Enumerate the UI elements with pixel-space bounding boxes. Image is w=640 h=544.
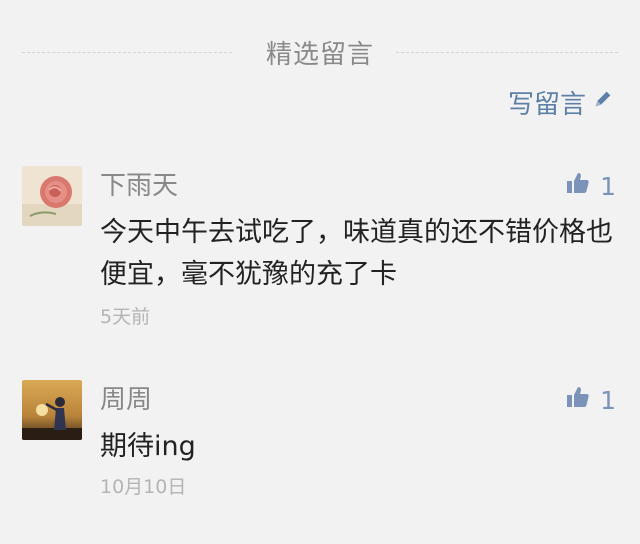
thumbs-up-icon [566, 171, 590, 201]
like-count: 1 [600, 171, 616, 201]
write-comment-button[interactable]: 写留言 [508, 84, 614, 120]
avatar[interactable] [22, 166, 82, 226]
comment-time: 10月10日 [100, 476, 187, 498]
pencil-icon [592, 87, 614, 117]
avatar[interactable] [22, 380, 82, 440]
comment-content: 期待ing [100, 431, 196, 462]
comment-nickname: 周周 [100, 385, 153, 415]
like-button[interactable]: 1 [566, 168, 616, 204]
section-title: 精选留言 [257, 33, 382, 71]
divider-left [22, 52, 232, 53]
like-count: 1 [600, 385, 616, 415]
comment-time: 5天前 [100, 306, 151, 328]
thumbs-up-icon [566, 385, 590, 415]
like-button[interactable]: 1 [566, 382, 616, 418]
write-comment-label: 写留言 [507, 89, 586, 120]
comment-content: 今天中午去试吃了，味道真的还不错价格也便宜，毫不犹豫的充了卡 [100, 217, 613, 290]
comment-nickname: 下雨天 [100, 171, 179, 201]
divider-right [396, 52, 618, 53]
section-header: 精选留言 [0, 30, 640, 74]
